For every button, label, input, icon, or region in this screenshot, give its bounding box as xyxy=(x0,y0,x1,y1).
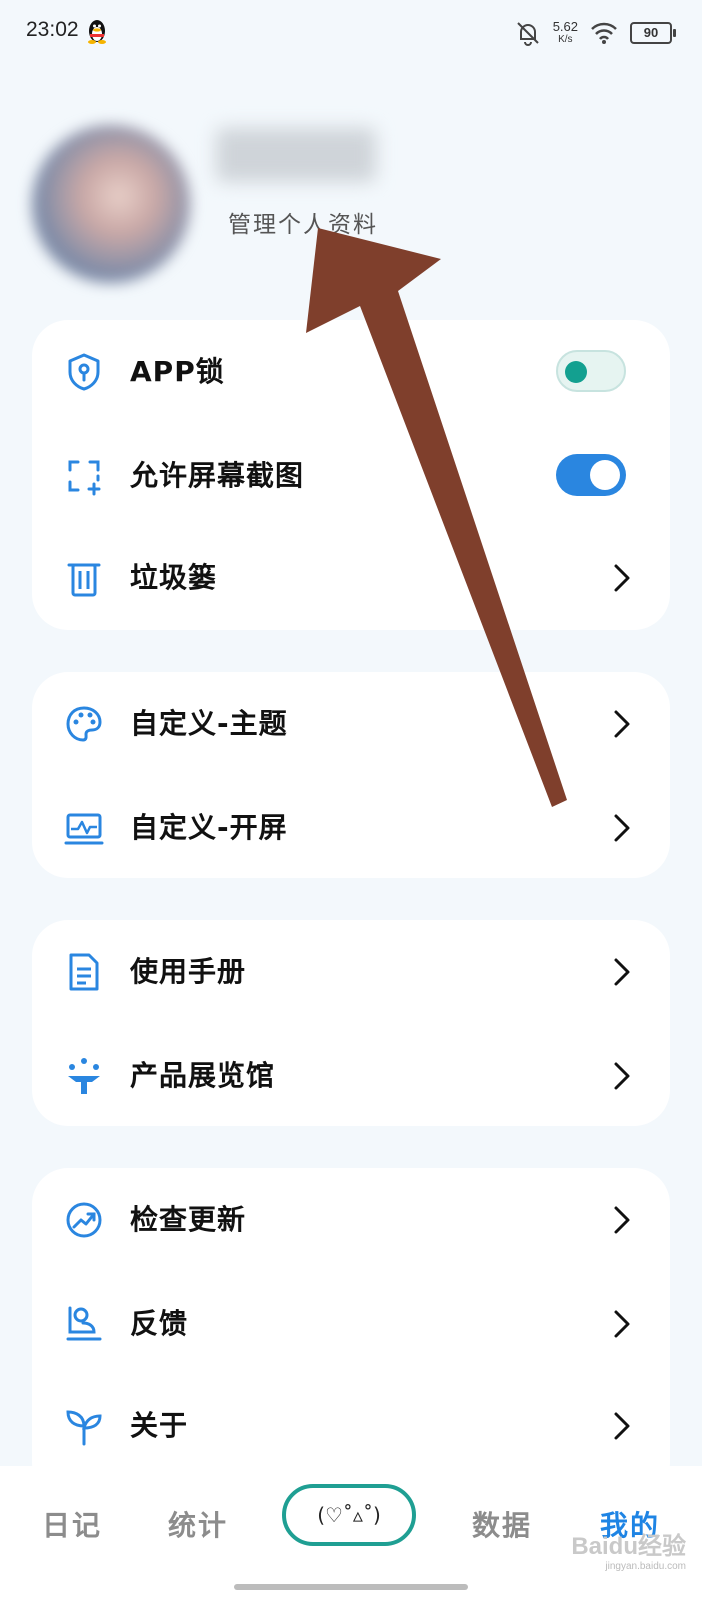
center-mood-button[interactable]: (♡˚▵˚) xyxy=(282,1484,416,1546)
showcase-icon xyxy=(68,1058,100,1094)
tab-diary[interactable]: 日记 xyxy=(42,1504,102,1544)
about-label: 关于 xyxy=(130,1409,189,1442)
screenshot-row[interactable]: 允许屏幕截图 xyxy=(32,424,670,528)
about-card: 检查更新 反馈 关于 xyxy=(32,1168,670,1498)
screenshot-crop-icon xyxy=(68,460,101,496)
feedback-person-icon xyxy=(66,1306,102,1341)
palette-icon xyxy=(66,706,102,742)
battery-indicator: 90 xyxy=(630,22,676,44)
monitor-pulse-icon xyxy=(64,813,104,845)
chevron-right-icon xyxy=(614,814,630,842)
bell-off-icon xyxy=(516,22,539,46)
profile-nickname[interactable]: 昵称 xyxy=(216,128,376,182)
home-indicator[interactable] xyxy=(234,1584,468,1590)
help-card: 使用手册 产品展览馆 xyxy=(32,920,670,1126)
toggle-knob xyxy=(565,361,587,383)
app-lock-label: APP锁 xyxy=(130,355,225,388)
about-row[interactable]: 关于 xyxy=(32,1374,670,1478)
update-row[interactable]: 检查更新 xyxy=(32,1168,670,1272)
security-card: APP锁 允许屏幕截图 垃圾篓 xyxy=(32,320,670,630)
gallery-row[interactable]: 产品展览馆 xyxy=(32,1024,670,1128)
theme-row[interactable]: 自定义-主题 xyxy=(32,672,670,776)
customize-card: 自定义-主题 自定义-开屏 xyxy=(32,672,670,878)
chevron-right-icon xyxy=(614,1062,630,1090)
profile-header[interactable]: 昵称 管理个人资料 xyxy=(0,90,702,290)
manage-profile-link[interactable]: 管理个人资料 xyxy=(228,205,378,239)
wifi-icon xyxy=(591,22,617,44)
chevron-right-icon xyxy=(614,958,630,986)
app-lock-row[interactable]: APP锁 xyxy=(32,320,670,424)
avatar[interactable] xyxy=(32,125,190,283)
network-speed: 5.62 K/s xyxy=(552,19,578,45)
document-icon xyxy=(69,953,99,991)
screenshot-label: 允许屏幕截图 xyxy=(130,459,305,492)
app-lock-toggle[interactable] xyxy=(556,350,626,392)
splash-row[interactable]: 自定义-开屏 xyxy=(32,776,670,880)
feedback-row[interactable]: 反馈 xyxy=(32,1272,670,1376)
gallery-label: 产品展览馆 xyxy=(130,1059,276,1092)
chevron-right-icon xyxy=(614,710,630,738)
manual-label: 使用手册 xyxy=(130,955,247,988)
theme-label: 自定义-主题 xyxy=(130,707,288,740)
chevron-right-icon xyxy=(614,1206,630,1234)
chevron-right-icon xyxy=(614,1310,630,1338)
trash-label: 垃圾篓 xyxy=(130,561,218,594)
manual-row[interactable]: 使用手册 xyxy=(32,920,670,1024)
chevron-right-icon xyxy=(614,564,630,592)
toggle-knob xyxy=(590,460,620,490)
status-time: 23:02 xyxy=(26,18,79,41)
splash-label: 自定义-开屏 xyxy=(130,811,288,844)
feedback-label: 反馈 xyxy=(130,1307,189,1340)
tab-data[interactable]: 数据 xyxy=(472,1504,532,1544)
screenshot-toggle[interactable] xyxy=(556,454,626,496)
status-bar: 23:02 5.62 K/s 90 xyxy=(0,0,702,64)
qq-penguin-icon xyxy=(88,20,106,44)
update-label: 检查更新 xyxy=(130,1203,247,1236)
update-trend-icon xyxy=(66,1202,102,1238)
trash-icon xyxy=(67,563,101,597)
tab-stats[interactable]: 统计 xyxy=(168,1504,228,1544)
shield-lock-icon xyxy=(68,353,100,391)
sprout-icon xyxy=(66,1410,102,1446)
chevron-right-icon xyxy=(614,1412,630,1440)
trash-row[interactable]: 垃圾篓 xyxy=(32,526,670,630)
baidu-watermark: Baidu经验 jingyan.baidu.com xyxy=(571,1533,686,1572)
